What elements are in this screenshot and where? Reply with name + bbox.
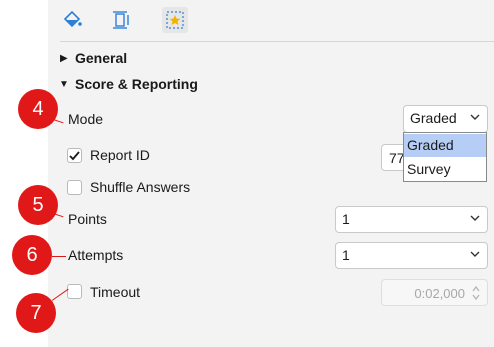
- tab-separator: [60, 41, 494, 42]
- mode-select[interactable]: Graded: [403, 105, 488, 133]
- annotation-badge-7: 7: [16, 293, 56, 333]
- section-general[interactable]: General: [75, 50, 127, 66]
- points-select[interactable]: 1: [335, 206, 488, 233]
- tab-bar: [48, 0, 494, 40]
- section-score-reporting[interactable]: Score & Reporting: [75, 76, 198, 92]
- annotation-badge-5: 5: [18, 185, 58, 225]
- report-id-checkbox[interactable]: [67, 148, 82, 163]
- shuffle-checkbox[interactable]: [67, 180, 82, 195]
- chevron-down-icon: [470, 114, 480, 120]
- annotation-leader-6: [52, 256, 66, 257]
- tab-text[interactable]: [108, 7, 134, 33]
- timeout-label: Timeout: [90, 284, 141, 300]
- mode-option-graded[interactable]: Graded: [404, 134, 486, 157]
- tab-quiz[interactable]: [162, 7, 188, 33]
- shuffle-label: Shuffle Answers: [90, 179, 191, 195]
- timeout-value: 0:02,000: [414, 286, 465, 301]
- attempts-select[interactable]: 1: [335, 242, 488, 269]
- paint-bucket-icon: [63, 10, 82, 28]
- star-frame-icon: [166, 11, 184, 29]
- mode-label: Mode: [68, 111, 104, 127]
- spinner-icon[interactable]: [471, 283, 481, 303]
- attempts-label: Attempts: [68, 247, 124, 263]
- annotation-badge-6: 6: [12, 235, 52, 275]
- chevron-down-icon: [470, 215, 480, 221]
- caret-down-icon[interactable]: ▼: [59, 79, 69, 90]
- mode-option-survey[interactable]: Survey: [404, 158, 486, 181]
- timeout-checkbox[interactable]: [67, 284, 82, 299]
- tab-fill[interactable]: [59, 7, 85, 33]
- caret-right-icon[interactable]: ▶: [60, 53, 68, 64]
- timeout-input[interactable]: 0:02,000: [381, 279, 488, 306]
- chevron-down-icon: [470, 251, 480, 257]
- report-id-label: Report ID: [90, 147, 150, 163]
- text-size-icon: [113, 11, 129, 29]
- checkmark-icon: [69, 151, 80, 161]
- annotation-badge-4: 4: [18, 89, 58, 129]
- mode-dropdown-list: Graded Survey: [403, 132, 487, 182]
- points-select-value: 1: [342, 211, 350, 227]
- mode-select-value: Graded: [410, 110, 457, 126]
- points-label: Points: [68, 211, 107, 227]
- attempts-select-value: 1: [342, 247, 350, 263]
